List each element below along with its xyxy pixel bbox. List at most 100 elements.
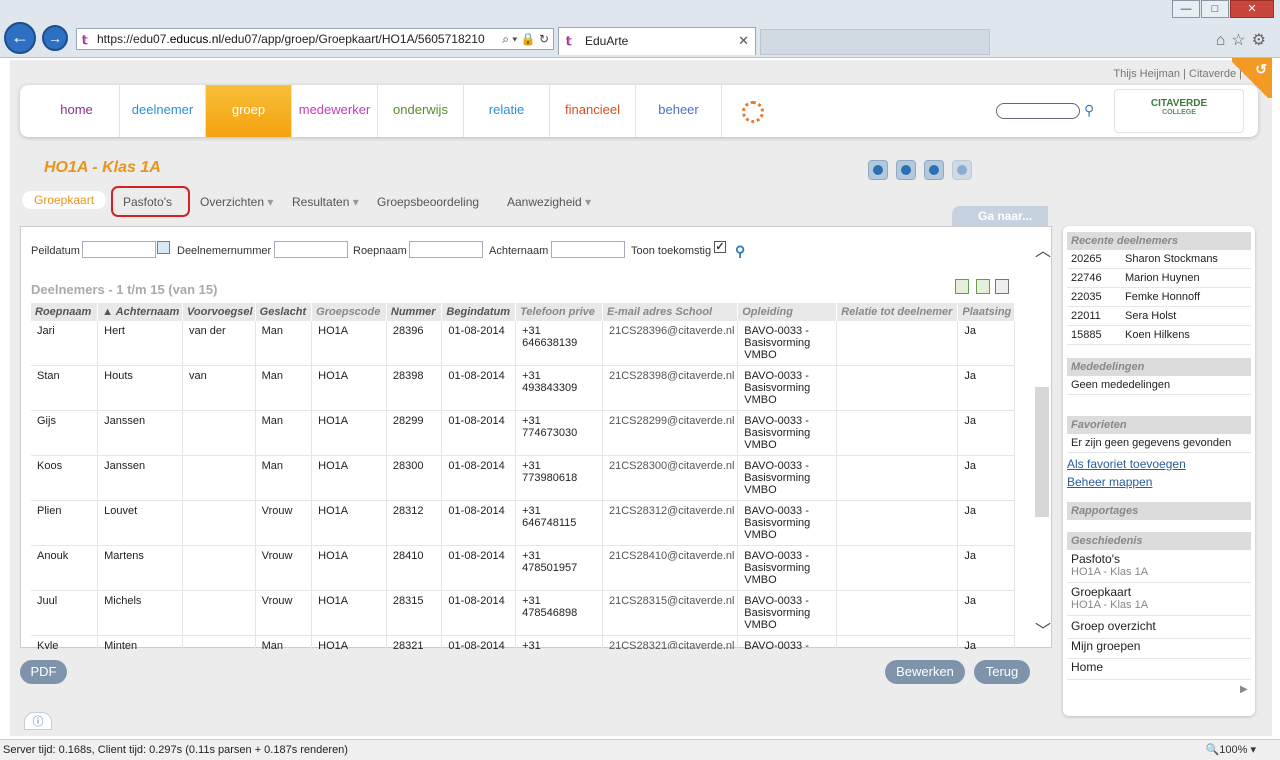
favoriet-toevoegen-link[interactable]: Als favoriet toevoegen (1067, 457, 1186, 471)
nav-relatie[interactable]: relatie (464, 85, 550, 137)
geschiedenis-header: Geschiedenis (1067, 532, 1251, 550)
export-excel-icon[interactable] (976, 279, 990, 294)
deelnemernummer-input[interactable] (274, 241, 348, 258)
table-cell: Stan (31, 365, 99, 411)
table-row[interactable]: Stan Houts van Man HO1A 28398 01-08-2014 +31 49… (31, 365, 1015, 411)
col-nummer[interactable]: Nummer (386, 303, 443, 321)
table-cell: 01-08-2014 (441, 500, 517, 546)
table-cell: 01-08-2014 (441, 545, 517, 591)
search-filter-icon[interactable]: ⚲ (735, 243, 745, 260)
print-icon[interactable] (995, 279, 1009, 294)
browser-tab-eduarte[interactable]: 𝕥 EduArte ✕ (558, 27, 756, 55)
tab-groepsbeoordeling[interactable]: Groepsbeoordeling (377, 195, 479, 209)
table-row[interactable]: Kyle Minten Man HO1A 28321 01-08-2014 +31 21CS2… (31, 635, 1015, 649)
history-item[interactable]: Pasfoto's HO1A - Klas 1A (1067, 553, 1251, 583)
terug-button[interactable]: Terug (974, 660, 1030, 684)
first-record-icon[interactable] (868, 160, 888, 180)
table-row[interactable]: Plien Louvet Vrouw HO1A 28312 01-08-2014 +31 6… (31, 500, 1015, 546)
col-plaatsing[interactable]: Plaatsing (957, 303, 1015, 321)
nav-home[interactable]: home (34, 85, 120, 137)
col-telefoon[interactable]: Telefoon prive (515, 303, 603, 321)
maximize-button[interactable]: □ (1201, 0, 1229, 18)
zoom-control[interactable]: 🔍100% ▾ (1206, 740, 1256, 760)
search-icon[interactable]: ⚲ (1084, 102, 1094, 119)
col-geslacht[interactable]: Geslacht (255, 303, 313, 321)
ga-naar-button[interactable]: Ga naar... (952, 206, 1048, 226)
address-icons[interactable]: ⌕ ▾ 🔒 ↻ (502, 29, 549, 49)
col-email[interactable]: E-mail adres School (602, 303, 739, 321)
table-cell: +31 773980618 (515, 455, 603, 501)
scroll-up-icon[interactable]: ︿ (1035, 237, 1051, 261)
scroll-down-icon[interactable]: ﹀ (1035, 617, 1051, 641)
nav-financieel[interactable]: financieel (550, 85, 636, 137)
address-bar[interactable]: 𝕥 https://edu07.educus.nl/edu07/app/groe… (76, 28, 554, 50)
favorieten-header: Favorieten (1067, 416, 1251, 434)
tab-aanwezigheid[interactable]: Aanwezigheid ▾ (507, 195, 591, 209)
export-csv-icon[interactable] (955, 279, 969, 294)
back-button[interactable]: ← (4, 22, 36, 54)
nav-beheer[interactable]: beheer (636, 85, 722, 137)
col-opleiding[interactable]: Opleiding (737, 303, 838, 321)
info-icon[interactable]: ⓘ (24, 712, 52, 730)
calendar-icon[interactable] (157, 241, 170, 254)
pdf-button[interactable]: PDF (20, 660, 67, 684)
tab-overzichten[interactable]: Overzichten ▾ (200, 195, 273, 209)
scroll-thumb[interactable] (1035, 387, 1049, 517)
toon-toekomstig-checkbox[interactable]: ✓ (714, 241, 726, 253)
settings-gear-icon[interactable] (742, 101, 764, 123)
achternaam-input[interactable] (551, 241, 625, 258)
roepnaam-input[interactable] (409, 241, 483, 258)
main-navigation: home deelnemer groep medewerker onderwij… (20, 85, 1258, 137)
nav-medewerker[interactable]: medewerker (292, 85, 378, 137)
tab-groepkaart[interactable]: Groepkaart (22, 191, 107, 209)
global-search-input[interactable] (996, 103, 1080, 119)
nav-deelnemer[interactable]: deelnemer (120, 85, 206, 137)
toolbar-icons[interactable]: ⌂☆⚙ (1216, 30, 1272, 50)
table-cell: 21CS28321@citaverde.nl (602, 635, 739, 649)
history-item[interactable]: Home (1067, 661, 1251, 680)
table-cell: BAVO-0033 - Basisvorming VMBO (737, 500, 838, 546)
table-row[interactable]: Jari Hert van der Man HO1A 28396 01-08-2014 +31… (31, 321, 1015, 366)
previous-record-icon[interactable] (896, 160, 916, 180)
table-row[interactable]: Gijs Janssen Man HO1A 28299 01-08-2014 +31 774… (31, 410, 1015, 456)
forward-button[interactable]: → (42, 25, 68, 51)
history-item[interactable]: Mijn groepen (1067, 640, 1251, 659)
history-item[interactable]: Groepkaart HO1A - Klas 1A (1067, 586, 1251, 616)
beheer-mappen-link[interactable]: Beheer mappen (1067, 475, 1152, 489)
close-window-button[interactable]: ✕ (1230, 0, 1274, 18)
peildatum-label: Peildatum (31, 245, 80, 257)
col-roepnaam[interactable]: Roepnaam (31, 303, 99, 321)
recent-item[interactable]: 22746 Marion Huynen (1067, 269, 1251, 288)
recent-item[interactable]: 22011 Sera Holst (1067, 307, 1251, 326)
table-scrollbar[interactable]: ︿ ﹀ (1033, 237, 1051, 640)
table-cell: 01-08-2014 (441, 455, 517, 501)
table-cell (182, 590, 256, 636)
rapportages-header[interactable]: Rapportages (1067, 502, 1251, 520)
nav-groep[interactable]: groep (206, 85, 292, 137)
col-groepscode[interactable]: Groepscode (311, 303, 387, 321)
browser-tab-blurred[interactable] (760, 29, 990, 55)
col-begindatum[interactable]: Begindatum (441, 303, 517, 321)
bewerken-button[interactable]: Bewerken (885, 660, 965, 684)
table-row[interactable]: Koos Janssen Man HO1A 28300 01-08-2014 +31 773… (31, 455, 1015, 501)
minimize-button[interactable]: — (1172, 0, 1200, 18)
next-record-icon[interactable] (924, 160, 944, 180)
main-panel: Peildatum Deelnemernummer Roepnaam Achte… (20, 226, 1052, 649)
achternaam-label: Achternaam (489, 245, 549, 257)
table-cell (182, 500, 256, 546)
table-cell: van (182, 365, 256, 411)
history-item[interactable]: Groep overzicht (1067, 620, 1251, 639)
col-relatie[interactable]: Relatie tot deelnemer (836, 303, 959, 321)
table-row[interactable]: Anouk Martens Vrouw HO1A 28410 01-08-2014 +31 … (31, 545, 1015, 591)
recent-item[interactable]: 20265 Sharon Stockmans (1067, 250, 1251, 269)
col-voorvoegsel[interactable]: Voorvoegsel (182, 303, 256, 321)
recent-item[interactable]: 15885 Koen Hilkens (1067, 326, 1251, 345)
recent-item[interactable]: 22035 Femke Honnoff (1067, 288, 1251, 307)
tab-resultaten[interactable]: Resultaten ▾ (292, 195, 359, 209)
peildatum-input[interactable] (82, 241, 156, 258)
tab-close-icon[interactable]: ✕ (738, 28, 749, 54)
sidebar-expand-icon[interactable]: ▶ (1240, 684, 1248, 695)
table-row[interactable]: Juul Michels Vrouw HO1A 28315 01-08-2014 +31 4… (31, 590, 1015, 636)
col-achternaam[interactable]: ▲ Achternaam (97, 303, 183, 321)
nav-onderwijs[interactable]: onderwijs (378, 85, 464, 137)
